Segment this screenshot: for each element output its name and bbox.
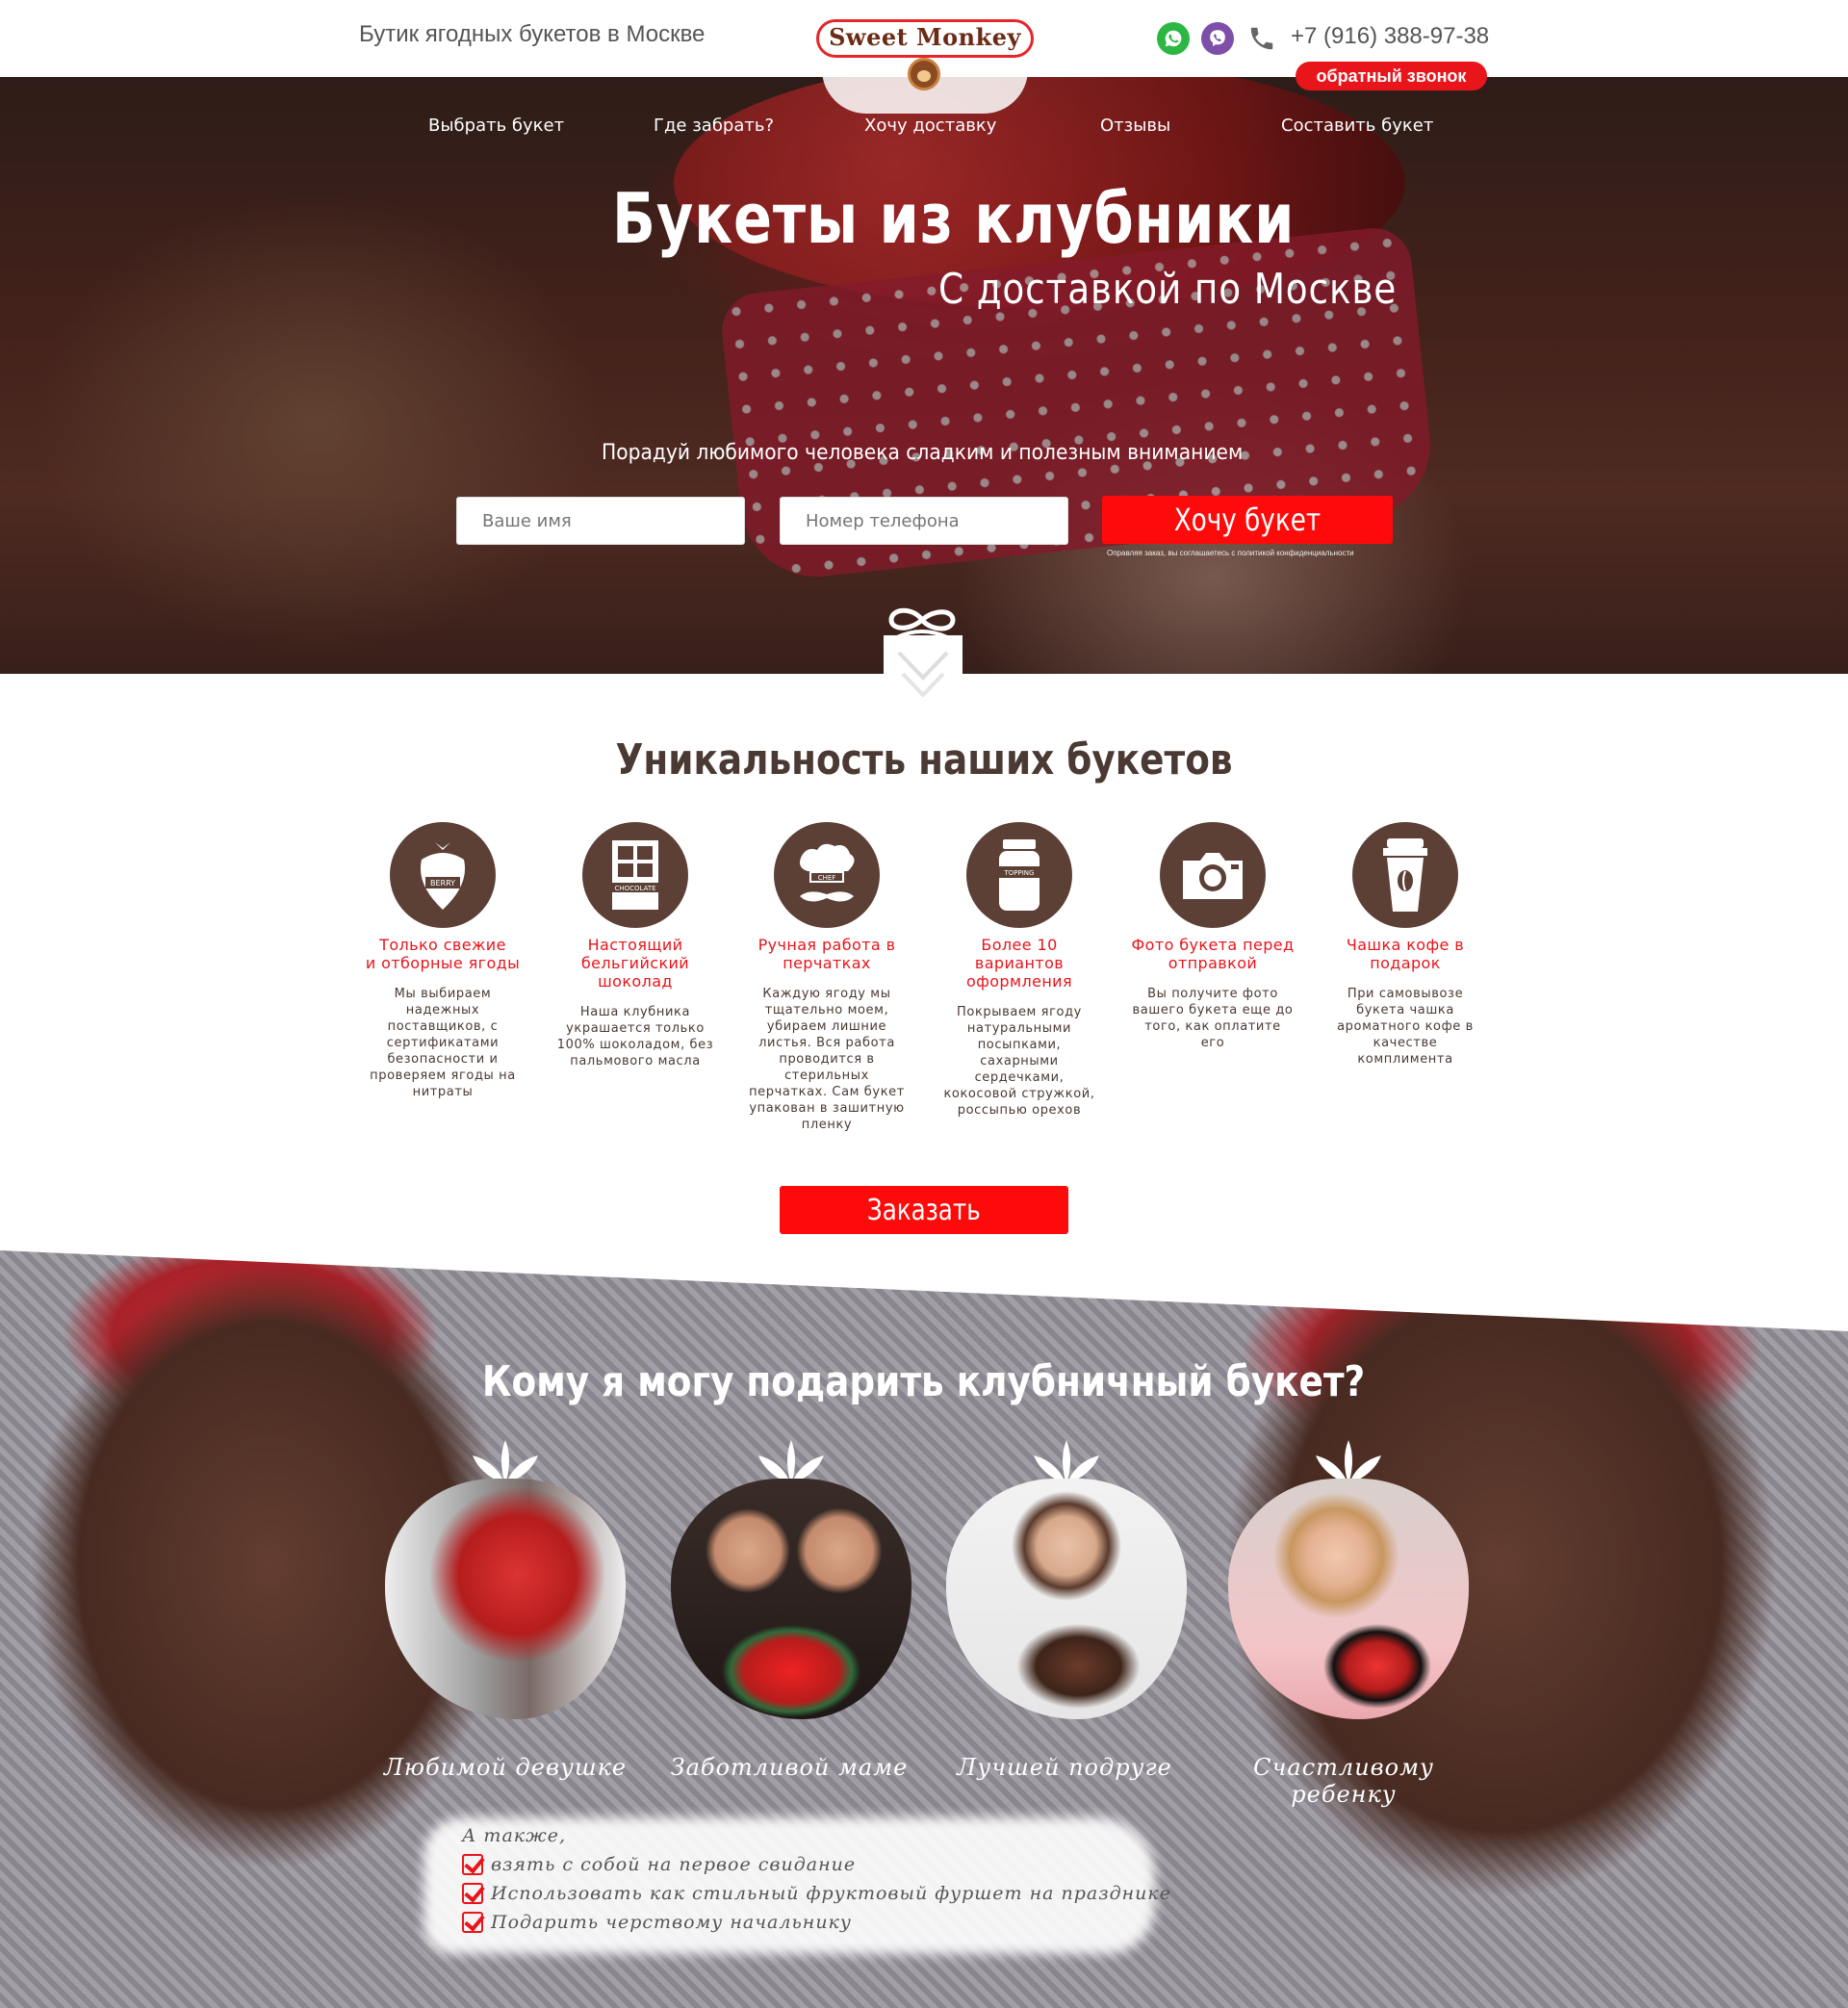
feature-belgian-chocolate: CHOCOLATE Настоящий бельгийский шоколад … xyxy=(553,822,717,1069)
checkbox-icon xyxy=(462,1854,483,1875)
svg-text:CHEF: CHEF xyxy=(818,874,836,882)
feature-title: Настоящий бельгийский шоколад xyxy=(580,936,690,991)
phone-icon[interactable] xyxy=(1245,22,1278,55)
feature-title: Фото букета перед отправкой xyxy=(1131,936,1295,972)
feature-toppings: TOPPING Более 10 вариантов оформления По… xyxy=(937,822,1101,1119)
camera-icon xyxy=(1160,822,1266,928)
coffee-cup-icon xyxy=(1352,822,1458,928)
logo[interactable]: Sweet Monkey xyxy=(816,15,1034,114)
feature-text: Покрываем ягоду натуральными посыпками, … xyxy=(943,1005,1095,1118)
feature-text: При самовывозе букета чашка ароматного к… xyxy=(1337,987,1474,1067)
uniqueness-title: Уникальность наших букетов xyxy=(615,735,1233,785)
feature-photo: Фото букета перед отправкой Вы получите … xyxy=(1131,822,1295,1051)
nav-delivery[interactable]: Хочу доставку xyxy=(864,116,996,136)
nav-pickup[interactable]: Где забрать? xyxy=(654,116,774,136)
feature-title: Только свежие и отборные ягоды xyxy=(365,936,521,972)
hero-title: Букеты из клубники xyxy=(612,178,1296,259)
feature-text: Каждую ягоду мы тщательно моем, убираем … xyxy=(749,987,905,1132)
feature-title: Чашка кофе в подарок xyxy=(1346,936,1465,972)
feature-title: Более 10 вариантов оформления xyxy=(965,936,1073,991)
hero-lead-text: Порадуй любимого человека сладким и поле… xyxy=(602,441,1244,465)
caption-friend: Лучшей подруге xyxy=(957,1754,1172,1781)
gift-title: Кому я могу подарить клубничный букет? xyxy=(482,1357,1366,1406)
photo-friend xyxy=(946,1479,1187,1719)
chef-icon: CHEF xyxy=(774,822,880,928)
monkey-mascot-icon xyxy=(908,58,940,90)
person-friend xyxy=(946,1440,1187,1719)
messenger-icons xyxy=(1157,21,1278,56)
also-item: взять с собой на первое свидание xyxy=(462,1854,856,1875)
also-item: Подарить черствому начальнику xyxy=(462,1912,852,1933)
also-item: Использовать как стильный фруктовый фурш… xyxy=(462,1883,1171,1904)
photo-mom xyxy=(671,1479,911,1719)
nav-reviews[interactable]: Отзывы xyxy=(1100,116,1170,136)
main-nav: Выбрать букет Где забрать? Хочу доставку… xyxy=(0,116,1848,144)
person-child xyxy=(1228,1440,1469,1719)
feature-text: Наша клубника украшается только 100% шок… xyxy=(556,1005,714,1068)
chocolate-icon: CHOCOLATE xyxy=(582,822,688,928)
svg-text:BERRY: BERRY xyxy=(430,879,455,888)
caption-girlfriend: Любимой девушке xyxy=(383,1754,628,1781)
caption-mom: Заботливой маме xyxy=(670,1754,909,1781)
site-tagline: Бутик ягодных букетов в Москве xyxy=(359,21,706,47)
feature-text: Вы получите фото вашего букета еще до то… xyxy=(1132,987,1294,1050)
viber-icon[interactable] xyxy=(1201,22,1234,55)
photo-child xyxy=(1228,1479,1469,1719)
gift-section: Кому я могу подарить клубничный букет? Л… xyxy=(0,1248,1848,2008)
nav-choose-bouquet[interactable]: Выбрать букет xyxy=(428,116,564,136)
svg-text:CHOCOLATE: CHOCOLATE xyxy=(614,885,655,892)
feature-title: Ручная работа в перчатках xyxy=(757,936,896,972)
privacy-note: Оправляя заказ, вы соглашаетесь с полити… xyxy=(1107,549,1354,557)
scroll-down-icon[interactable] xyxy=(884,635,962,728)
name-input[interactable] xyxy=(456,497,745,545)
also-lead: А также, xyxy=(462,1825,567,1846)
svg-text:TOPPING: TOPPING xyxy=(1004,869,1035,877)
feature-fresh-berries: BERRY Только свежие и отборные ягоды Мы … xyxy=(361,822,525,1100)
also-list: А также, взять с собой на первое свидани… xyxy=(424,1817,1194,1962)
top-header: Бутик ягодных букетов в Москве Sweet Mon… xyxy=(0,0,1848,114)
want-bouquet-label: Хочу букет xyxy=(1173,502,1322,538)
callback-button[interactable]: обратный звонок xyxy=(1296,62,1487,90)
person-mom xyxy=(671,1440,911,1719)
hero-section: Выбрать букет Где забрать? Хочу доставку… xyxy=(0,77,1848,674)
logo-text: Sweet Monkey xyxy=(829,23,1021,51)
caption-child: Счастливому ребенку xyxy=(1253,1754,1434,1808)
whatsapp-icon[interactable] xyxy=(1157,22,1190,55)
checkbox-icon xyxy=(462,1912,483,1933)
checkbox-icon xyxy=(462,1883,483,1904)
section-divider xyxy=(0,1248,1848,1331)
feature-text: Мы выбираем надежных поставщиков, с серт… xyxy=(370,987,516,1099)
order-button-label: Заказать xyxy=(867,1193,981,1227)
feature-coffee: Чашка кофе в подарок При самовывозе буке… xyxy=(1323,822,1487,1068)
order-button[interactable]: Заказать xyxy=(780,1186,1068,1234)
nav-build-bouquet[interactable]: Составить букет xyxy=(1281,116,1433,136)
photo-girlfriend xyxy=(385,1479,626,1719)
phone-number[interactable]: +7 (916) 388-97-38 xyxy=(1291,23,1489,50)
hero-subtitle: С доставкой по Москве xyxy=(938,265,1398,314)
person-girlfriend xyxy=(385,1440,626,1719)
want-bouquet-button[interactable]: Хочу букет xyxy=(1102,496,1393,544)
phone-input[interactable] xyxy=(780,497,1068,545)
berry-icon: BERRY xyxy=(390,822,496,928)
topping-jar-icon: TOPPING xyxy=(966,822,1072,928)
feature-handmade: CHEF Ручная работа в перчатках Каждую яг… xyxy=(745,822,909,1133)
